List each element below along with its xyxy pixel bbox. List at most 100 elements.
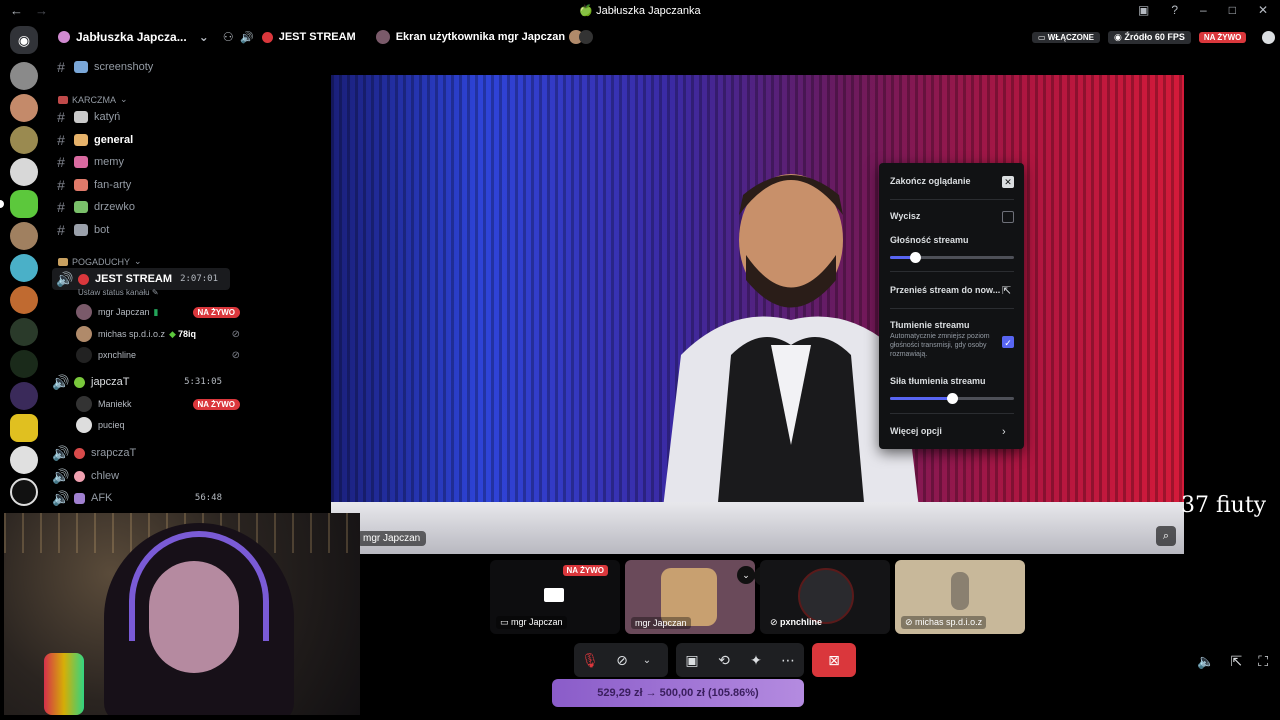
close-icon[interactable]: ✕ <box>1258 3 1268 17</box>
voice-user[interactable]: michas sp.d.i.o.z ◆ 78iq ⊘ <box>76 324 252 344</box>
avatar <box>76 396 92 412</box>
popout-item[interactable]: Przenieś stream do now... ⇱ <box>890 285 1014 297</box>
voice-user-name: pxnchline <box>98 350 137 360</box>
disconnect-button[interactable]: ⊠ <box>812 643 856 677</box>
server-icon[interactable] <box>10 318 38 346</box>
channel-drzewko[interactable]: # drzewko <box>48 196 234 218</box>
channel-label: memy <box>94 156 124 168</box>
server-rail: ◉ <box>0 22 48 522</box>
attenuation-checkbox[interactable]: ✓ <box>1002 336 1014 348</box>
server-icon[interactable] <box>10 446 38 474</box>
activity-icon[interactable]: ⟲ <box>708 643 740 677</box>
live-badge: NA ŻYWO <box>562 565 608 576</box>
discord-home-icon[interactable]: ◉ <box>10 26 38 54</box>
more-options-item[interactable]: Więcej opcji › <box>890 426 1014 438</box>
channel-fan-arty[interactable]: # fan-arty <box>48 174 234 196</box>
server-header[interactable]: Jabłuszka Japcza... ⌄ ⚇ <box>48 22 234 52</box>
screen-share-icon[interactable]: ▣ <box>676 643 708 677</box>
slider-knob[interactable] <box>909 252 921 263</box>
channel-katyn[interactable]: # katyń <box>48 106 234 128</box>
channel-general[interactable]: # general <box>48 129 234 151</box>
chat-icon[interactable] <box>1262 31 1276 44</box>
pencil-icon: ✎ <box>151 288 159 297</box>
maximize-icon[interactable]: □ <box>1229 3 1236 17</box>
server-icon[interactable] <box>10 222 38 250</box>
server-icon[interactable] <box>10 62 38 90</box>
slider-knob[interactable] <box>947 393 958 404</box>
mute-checkbox[interactable] <box>1002 211 1014 223</box>
voice-user-name: pucieq <box>98 420 125 430</box>
hash-icon: # <box>57 59 65 75</box>
server-icon[interactable] <box>10 254 38 282</box>
voice-channel-japczat[interactable]: 🔊 japczaT 5:31:05 <box>48 371 234 393</box>
voice-channel-srapczat[interactable]: 🔊 srapczaT <box>48 442 234 464</box>
apple-icon <box>74 376 85 388</box>
activity-icon: ◆ <box>169 328 176 339</box>
source-badge[interactable]: ◉ Źródło 60 FPS <box>1108 31 1191 44</box>
voice-user-name: michas sp.d.i.o.z <box>98 329 166 339</box>
server-icon[interactable] <box>10 286 38 314</box>
video-tools: 🔈 ⇱ ⛶ <box>1197 653 1268 670</box>
voice-channel-afk[interactable]: 🔊 AFK 56:48 <box>48 487 234 509</box>
voice-user[interactable]: pxnchline ⊘ <box>76 345 252 365</box>
fullscreen-icon[interactable]: ⛶ <box>1258 653 1268 670</box>
voice-channel-chlew[interactable]: 🔊 chlew <box>48 465 234 487</box>
mic-muted-icon[interactable]: 🎙 <box>574 643 606 677</box>
tile-avatar-pxnchline[interactable]: ⊘ pxnchline <box>760 560 890 634</box>
channel-memy[interactable]: # memy <box>48 151 234 173</box>
server-icon[interactable] <box>10 414 38 442</box>
user-extra: 78iq <box>177 329 196 339</box>
volume-icon[interactable]: 🔈 <box>1197 653 1214 670</box>
volume-slider[interactable] <box>890 252 1014 263</box>
camera-off-icon[interactable]: ⊘ <box>606 643 638 677</box>
more-icon[interactable]: ⋯ <box>772 643 804 677</box>
enabled-badge[interactable]: ▭ WŁĄCZONE <box>1032 32 1100 43</box>
zoom-icon[interactable]: ⌕ <box>1156 526 1176 546</box>
speaker-icon: 🔊 <box>56 270 74 287</box>
minimize-icon[interactable]: – <box>1200 3 1207 17</box>
channel-emoji-icon <box>74 61 88 73</box>
stream-video[interactable]: mgr Japczan ⌕ <box>331 75 1184 554</box>
voice-user[interactable]: mgr Japczan ▮ NA ŻYWO <box>76 302 252 322</box>
chevron-down-icon[interactable]: ⌄ <box>737 566 755 584</box>
server-icon[interactable] <box>10 126 38 154</box>
invite-icon[interactable]: ⚇ <box>223 30 234 44</box>
chevron-down-icon[interactable]: ⌄ <box>638 643 656 677</box>
video-name-tag: mgr Japczan <box>357 531 427 546</box>
mute-item[interactable]: Wycisz <box>890 211 1014 223</box>
voice-channel-jest-stream[interactable]: 🔊 JEST STREAM 2:07:01 <box>52 268 230 290</box>
attenuation-item[interactable]: Tłumienie streamu Automatycznie zmniejsz… <box>890 320 1014 359</box>
avatar <box>76 326 92 342</box>
popout-icon[interactable]: ⇱ <box>1230 653 1242 670</box>
server-icon[interactable] <box>10 478 38 506</box>
tile-camera-japczan[interactable]: ⌄ mgr Japczan <box>625 560 755 634</box>
stop-watching-item[interactable]: Zakończ oglądanie ✕ <box>890 176 1014 188</box>
stream-channel-name[interactable]: JEST STREAM <box>279 31 356 43</box>
soundboard-icon[interactable]: ✦ <box>740 643 772 677</box>
tile-label: ⊘ michas sp.d.i.o.z <box>901 616 987 629</box>
server-icon-active[interactable] <box>10 190 38 218</box>
hash-icon: # <box>57 154 65 170</box>
inbox-icon[interactable]: ▣ <box>1138 3 1149 17</box>
server-icon[interactable] <box>10 382 38 410</box>
server-icon[interactable] <box>10 158 38 186</box>
avatar <box>76 417 92 433</box>
server-icon[interactable] <box>10 94 38 122</box>
attenuation-strength-slider[interactable] <box>890 393 1014 404</box>
category-pogaduchy[interactable]: POGADUCHY ⌄ <box>58 256 142 267</box>
tile-label: mgr Japczan <box>631 617 691 629</box>
tile-screen-share[interactable]: NA ŻYWO ▭ mgr Japczan <box>490 560 620 634</box>
channel-screenshoty[interactable]: # screenshoty <box>48 56 234 78</box>
help-icon[interactable]: ? <box>1171 3 1178 17</box>
server-name: Jabłuszka Japcza... <box>76 30 187 44</box>
channel-bot[interactable]: # bot <box>48 219 234 241</box>
server-icon[interactable] <box>10 350 38 378</box>
voice-user[interactable]: Maniekk NA ŻYWO <box>76 394 252 414</box>
channel-label: JEST STREAM <box>95 273 173 285</box>
tile-camera-michas[interactable]: ⊘ michas sp.d.i.o.z <box>895 560 1025 634</box>
channel-status[interactable]: Ustaw status kanału ✎ <box>78 288 159 297</box>
category-label: POGADUCHY <box>72 256 131 267</box>
voice-user[interactable]: pucieq <box>76 415 252 435</box>
category-karczma[interactable]: KARCZMA ⌄ <box>58 94 128 105</box>
channel-label: katyń <box>94 111 121 123</box>
